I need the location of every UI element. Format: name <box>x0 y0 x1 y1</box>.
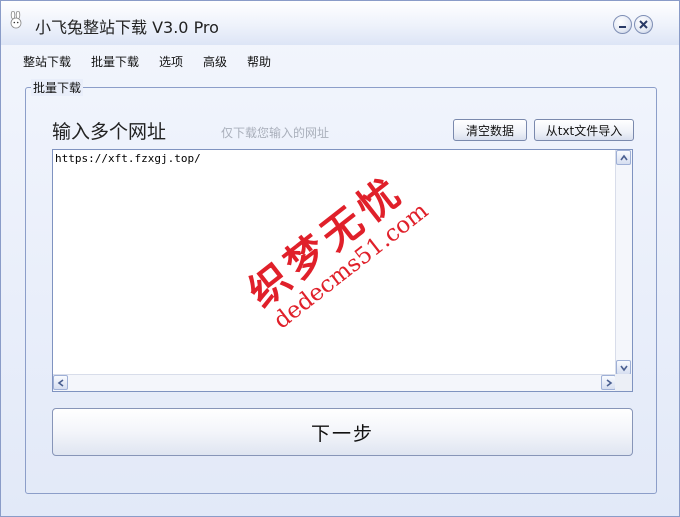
scroll-corner <box>615 374 632 391</box>
scroll-left-button[interactable] <box>53 375 68 390</box>
menu-batch-download[interactable]: 批量下载 <box>91 53 139 70</box>
minimize-icon <box>619 26 626 28</box>
url-textarea[interactable]: https://xft.fzxgj.top/ <box>53 150 616 375</box>
minimize-button[interactable] <box>613 15 632 34</box>
menu-site-download[interactable]: 整站下载 <box>23 53 71 70</box>
menu-options[interactable]: 选项 <box>159 53 183 70</box>
section-heading: 输入多个网址 <box>52 121 167 143</box>
chevron-left-icon <box>57 379 64 387</box>
next-step-button[interactable]: 下一步 <box>52 408 633 456</box>
horizontal-scrollbar[interactable] <box>53 374 616 391</box>
rabbit-icon <box>8 10 24 29</box>
scroll-up-button[interactable] <box>616 150 631 165</box>
app-window: 小飞兔整站下载 V3.0 Pro 整站下载 批量下载 选项 高级 帮助 批量下载… <box>0 0 680 517</box>
close-button[interactable] <box>634 15 653 34</box>
vertical-scrollbar[interactable] <box>615 150 632 375</box>
import-txt-button[interactable]: 从txt文件导入 <box>534 119 634 141</box>
menu-bar: 整站下载 批量下载 选项 高级 帮助 <box>1 49 679 71</box>
close-icon <box>639 20 648 29</box>
chevron-down-icon <box>620 365 628 372</box>
menu-help[interactable]: 帮助 <box>247 53 271 70</box>
title-bar[interactable]: 小飞兔整站下载 V3.0 Pro <box>1 1 679 45</box>
scroll-right-button[interactable] <box>601 375 616 390</box>
chevron-right-icon <box>606 379 613 387</box>
window-title: 小飞兔整站下载 V3.0 Pro <box>35 18 219 37</box>
menu-advanced[interactable]: 高级 <box>203 53 227 70</box>
hint-text: 仅下载您输入的网址 <box>221 126 330 140</box>
clear-data-button[interactable]: 清空数据 <box>453 119 527 141</box>
chevron-up-icon <box>620 154 628 161</box>
group-title: 批量下载 <box>31 79 84 96</box>
scroll-down-button[interactable] <box>616 360 631 375</box>
url-input-box: https://xft.fzxgj.top/ <box>52 149 633 392</box>
